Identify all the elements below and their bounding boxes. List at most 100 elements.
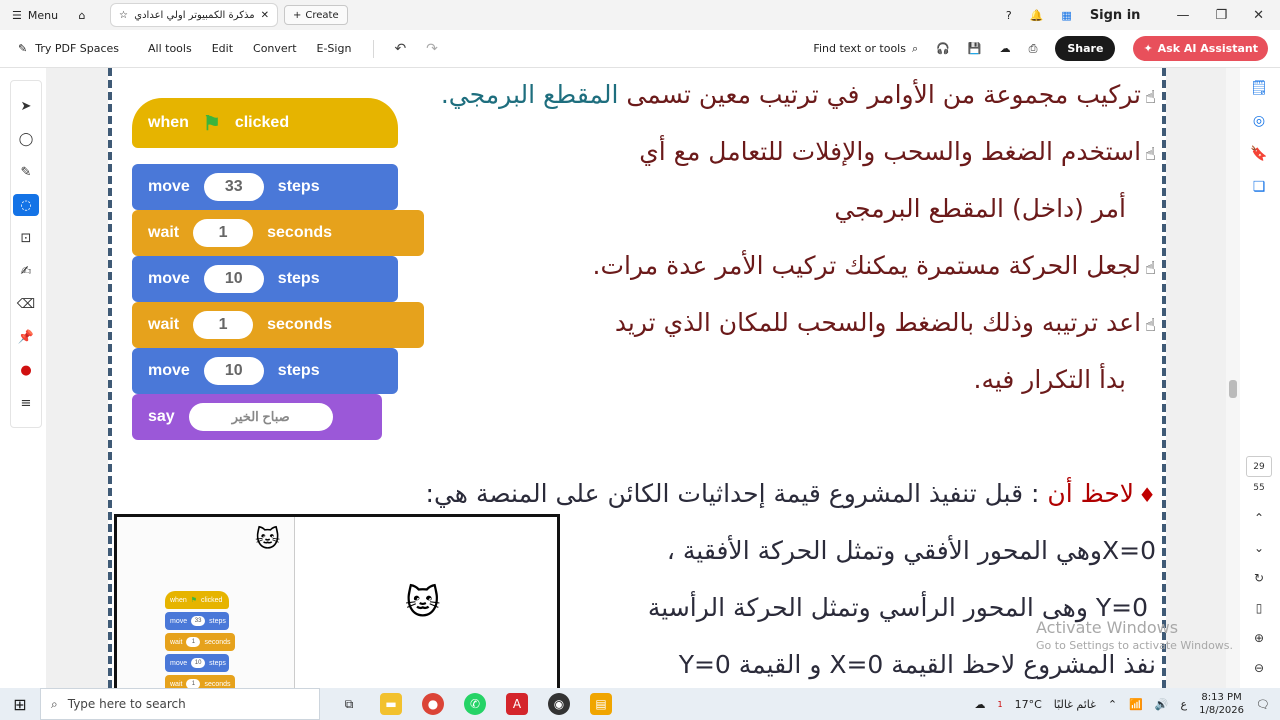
page-number-input[interactable]: 29: [1246, 455, 1272, 478]
bookmark-icon[interactable]: 🔖: [1246, 142, 1272, 167]
lasso-icon[interactable]: ◌: [13, 194, 39, 216]
watermark-subtitle: Go to Settings to activate Windows.: [1036, 639, 1234, 652]
chevron-down-icon[interactable]: ⌄: [1254, 537, 1264, 558]
clock[interactable]: 8:13 PM 1/8/2026: [1199, 691, 1244, 717]
hand-icon: ☝: [1145, 258, 1156, 279]
notes-app-icon[interactable]: ▤: [590, 693, 612, 715]
comments-panel-icon[interactable]: 🗒: [1246, 76, 1272, 101]
menu-button[interactable]: ☰ Menu: [0, 9, 68, 22]
pin-icon[interactable]: 📌: [13, 326, 39, 348]
block-value: 10: [203, 265, 264, 293]
block-label: when: [148, 114, 189, 131]
star-icon[interactable]: ☆: [119, 10, 128, 21]
document-viewer[interactable]: ☝تركيب مجموعة من الأوامر في ترتيب معين ت…: [46, 68, 1226, 688]
apps-icon[interactable]: ▦: [1061, 9, 1071, 22]
block-value: 1: [186, 679, 201, 688]
acrobat-icon[interactable]: A: [506, 693, 528, 715]
network-icon[interactable]: 📶: [1129, 698, 1143, 711]
mini-when-block: when ⚑ clicked: [165, 591, 229, 609]
scratch-blocks-image: when ⚑ clicked move 33 steps wait 1 seco…: [132, 98, 432, 448]
search-icon: ⌕: [51, 696, 58, 711]
text-box-icon[interactable]: ⊡: [13, 227, 39, 249]
esign-tab[interactable]: E-Sign: [317, 42, 352, 55]
green-flag-icon: ⚑: [202, 112, 221, 135]
all-tools-tab[interactable]: All tools: [148, 42, 192, 55]
page-icon[interactable]: ▯: [1256, 598, 1263, 619]
line-highlight: المقطع البرمجي.: [440, 80, 619, 109]
move-block: move 10 steps: [132, 348, 398, 394]
undo-icon[interactable]: ↶: [394, 41, 406, 57]
upload-icon[interactable]: ☁: [1000, 42, 1011, 55]
maximize-icon[interactable]: ❐: [1215, 8, 1227, 23]
line-text: بدأ التكرار فيه.: [973, 365, 1127, 394]
chevron-up-icon[interactable]: ⌃: [1108, 698, 1117, 711]
line-text: استخدم الضغط والسحب والإفلات للتعامل مع …: [639, 137, 1142, 166]
obs-icon[interactable]: ◉: [548, 693, 570, 715]
convert-tab[interactable]: Convert: [253, 42, 297, 55]
redo-icon[interactable]: ↷: [426, 41, 438, 57]
copy-link-icon[interactable]: ◎: [1246, 109, 1272, 134]
save-icon[interactable]: 💾: [968, 42, 982, 55]
window-close-icon[interactable]: ✕: [1253, 8, 1264, 23]
home-button[interactable]: ⌂: [68, 9, 96, 22]
block-value: 1: [193, 219, 254, 247]
block-label: steps: [277, 362, 320, 379]
weather-badge: 1: [997, 699, 1003, 709]
pages-icon[interactable]: ❏: [1246, 175, 1272, 200]
file-explorer-icon[interactable]: ▬: [380, 693, 402, 715]
weather-temp[interactable]: 17°C: [1015, 698, 1042, 711]
fill-sign-icon[interactable]: ✍: [13, 260, 39, 282]
color-icon[interactable]: ●: [13, 359, 39, 381]
print-icon[interactable]: ⎙: [1029, 42, 1038, 56]
line-text: اعد ترتيبه وذلك بالضغط والسحب للمكان الذ…: [614, 308, 1142, 337]
zoom-out-icon[interactable]: ⊖: [1254, 658, 1264, 679]
task-view-icon[interactable]: ⧉: [338, 693, 360, 715]
find-button[interactable]: Find text or tools ⌕: [813, 42, 918, 56]
share-button[interactable]: Share: [1055, 36, 1116, 61]
chevron-up-icon[interactable]: ⌃: [1254, 507, 1264, 528]
vertical-scrollbar[interactable]: [1226, 68, 1240, 688]
chrome-icon[interactable]: ●: [422, 693, 444, 715]
comment-icon[interactable]: ◯: [13, 128, 39, 150]
text-line-10: نفذ المشروع لاحظ القيمة X=0 و القيمة Y=0: [679, 650, 1156, 679]
select-icon[interactable]: ➤: [13, 95, 39, 117]
hand-icon: ☝: [1145, 144, 1156, 165]
move-block: move 33 steps: [132, 164, 398, 210]
text-line-7: ♦لاحظ أن : قبل تنفيذ المشروع قيمة إحداثي…: [426, 479, 1156, 508]
scroll-thumb[interactable]: [1229, 380, 1237, 398]
mini-wait-block: wait 1 seconds: [165, 675, 235, 688]
zoom-in-icon[interactable]: ⊕: [1254, 628, 1264, 649]
close-icon[interactable]: ✕: [261, 10, 269, 21]
block-label: move: [148, 362, 190, 379]
minimize-icon[interactable]: —: [1176, 8, 1189, 23]
language-indicator[interactable]: ع: [1181, 698, 1188, 711]
block-label: seconds: [267, 316, 333, 333]
refresh-icon[interactable]: ↻: [1254, 567, 1264, 588]
read-aloud-icon[interactable]: 🎧: [936, 42, 950, 55]
more-icon[interactable]: ≡: [13, 392, 39, 414]
taskbar-search[interactable]: ⌕ Type here to search: [40, 688, 320, 720]
block-label: clicked: [234, 114, 290, 131]
highlight-icon[interactable]: ✎: [13, 161, 39, 183]
mini-move-block: move 10 steps: [165, 654, 229, 672]
eraser-icon[interactable]: ⌫: [13, 293, 39, 315]
edit-tab[interactable]: Edit: [212, 42, 233, 55]
sign-in-button[interactable]: Sign in: [1090, 8, 1141, 23]
text-line-3: أمر (داخل) المقطع البرمجي: [834, 194, 1126, 223]
whatsapp-icon[interactable]: ✆: [464, 693, 486, 715]
document-tab[interactable]: ☆ مذكرة الكمبيوتر اولي اعدادي .. ✕: [110, 3, 278, 27]
help-icon[interactable]: ?: [1006, 9, 1012, 22]
bell-icon[interactable]: 🔔: [1030, 9, 1044, 22]
mini-move-block: move 33 steps: [165, 612, 229, 630]
ai-assistant-button[interactable]: ✦ Ask AI Assistant: [1133, 36, 1268, 61]
volume-icon[interactable]: 🔊: [1155, 698, 1169, 711]
create-button[interactable]: + Create: [284, 5, 348, 25]
block-label: steps: [209, 659, 226, 667]
try-pdf-spaces-button[interactable]: ✎ Try PDF Spaces: [0, 42, 140, 55]
weather-text[interactable]: غائم غالبًا: [1054, 698, 1096, 711]
notification-icon[interactable]: 🗨: [1256, 698, 1270, 711]
weather-icon[interactable]: ☁: [975, 698, 986, 711]
windows-start-icon[interactable]: ⊞: [0, 695, 40, 714]
block-label: when: [170, 596, 187, 604]
menu-label: Menu: [27, 8, 59, 22]
